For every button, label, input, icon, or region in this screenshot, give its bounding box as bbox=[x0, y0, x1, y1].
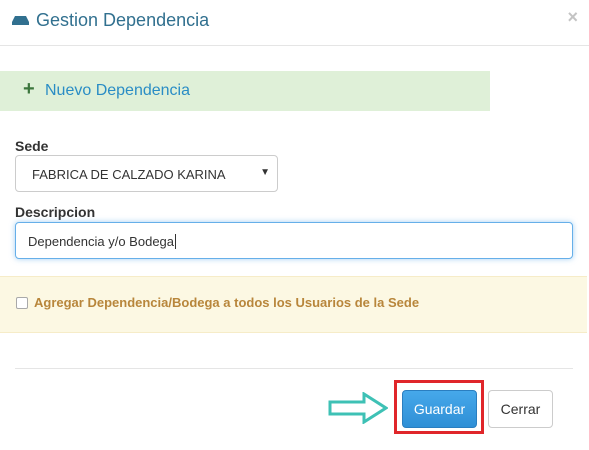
assign-all-users-checkbox[interactable] bbox=[16, 297, 28, 309]
cerrar-button[interactable]: Cerrar bbox=[488, 390, 553, 428]
footer-divider bbox=[15, 368, 573, 369]
descripcion-label: Descripcion bbox=[15, 204, 96, 220]
new-dependency-bar[interactable]: + Nuevo Dependencia bbox=[0, 71, 490, 111]
modal-header: Gestion Dependencia × bbox=[0, 0, 589, 46]
sede-label: Sede bbox=[15, 138, 49, 154]
close-button[interactable]: × bbox=[567, 8, 578, 26]
text-cursor bbox=[175, 234, 177, 249]
sede-selected-value: FABRICA DE CALZADO KARINA bbox=[32, 167, 226, 182]
hdd-icon bbox=[12, 16, 29, 25]
descripcion-input[interactable]: Dependencia y/o Bodega bbox=[15, 222, 573, 259]
assign-all-users-label[interactable]: Agregar Dependencia/Bodega a todos los U… bbox=[34, 295, 419, 310]
modal-title: Gestion Dependencia bbox=[36, 10, 210, 30]
sede-select[interactable]: FABRICA DE CALZADO KARINA ▼ bbox=[15, 155, 278, 192]
arrow-right-icon bbox=[328, 392, 388, 424]
new-dependency-link[interactable]: Nuevo Dependencia bbox=[45, 82, 190, 100]
descripcion-value: Dependencia y/o Bodega bbox=[28, 234, 177, 249]
assign-all-users-panel: Agregar Dependencia/Bodega a todos los U… bbox=[0, 276, 587, 333]
chevron-down-icon: ▼ bbox=[260, 167, 270, 178]
plus-icon: + bbox=[23, 78, 35, 100]
guardar-button[interactable]: Guardar bbox=[402, 390, 477, 428]
